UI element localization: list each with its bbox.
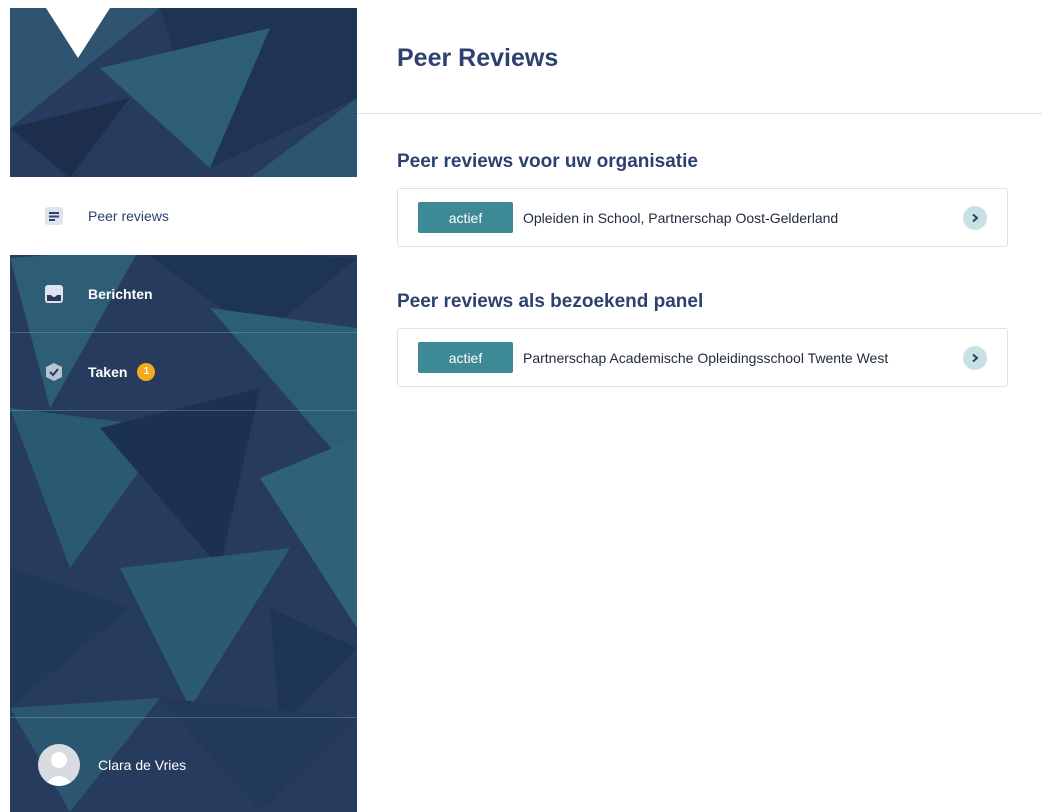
sidebar-item-peer-reviews[interactable]: Peer reviews — [10, 177, 357, 255]
chevron-right-icon[interactable] — [963, 205, 987, 230]
logo-notch — [46, 8, 110, 58]
review-title: Opleiden in School, Partnerschap Oost-Ge… — [523, 209, 839, 226]
sidebar: Peer reviews Berichten Taken 1 Clara de … — [10, 8, 357, 812]
shield-check-icon — [44, 362, 64, 382]
sidebar-item-taken[interactable]: Taken 1 — [10, 333, 357, 411]
status-badge: actief — [418, 342, 513, 373]
chevron-right-icon[interactable] — [963, 345, 987, 370]
review-title: Partnerschap Academische Opleidingsschoo… — [523, 349, 889, 366]
sidebar-item-label: Peer reviews — [88, 208, 169, 224]
main-header: Peer Reviews — [357, 8, 1042, 114]
task-count-badge: 1 — [137, 362, 156, 381]
user-profile[interactable]: Clara de Vries — [10, 717, 357, 812]
section-title-bezoekend-panel: Peer reviews als bezoekend panel — [397, 291, 704, 312]
section-title-organisatie: Peer reviews voor uw organisatie — [397, 151, 698, 172]
document-lines-icon — [44, 206, 64, 226]
sidebar-nav: Peer reviews Berichten Taken 1 — [10, 177, 357, 411]
review-card[interactable]: actief Partnerschap Academische Opleidin… — [397, 328, 1008, 387]
review-card[interactable]: actief Opleiden in School, Partnerschap … — [397, 188, 1008, 247]
main-content: Peer Reviews Peer reviews voor uw organi… — [357, 8, 1042, 812]
user-avatar-icon — [38, 744, 80, 786]
inbox-icon — [44, 284, 64, 304]
sidebar-item-label: Berichten — [88, 285, 153, 302]
user-name: Clara de Vries — [98, 757, 187, 773]
app: Peer reviews Berichten Taken 1 Clara de … — [0, 0, 1042, 812]
status-badge: actief — [418, 202, 513, 233]
page-title: Peer Reviews — [397, 44, 559, 72]
sidebar-item-label: Taken — [88, 363, 128, 380]
sidebar-item-berichten[interactable]: Berichten — [10, 255, 357, 333]
